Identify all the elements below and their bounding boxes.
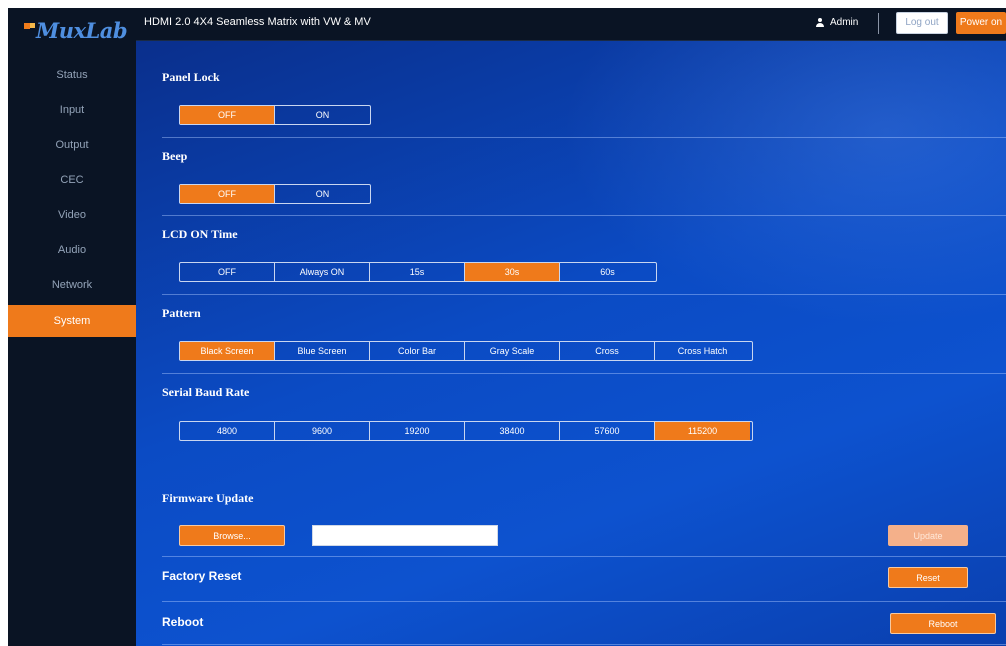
lcd-off-button[interactable]: OFF: [180, 263, 275, 281]
sidebar-item-status[interactable]: Status: [8, 58, 136, 93]
factory-reset-title: Factory Reset: [162, 569, 242, 583]
lcd-always-on-button[interactable]: Always ON: [275, 263, 370, 281]
sidebar-item-system[interactable]: System: [8, 305, 136, 337]
logo-text: MuxLab: [36, 17, 128, 43]
browse-button[interactable]: Browse...: [179, 525, 285, 546]
pattern-blue-screen-button[interactable]: Blue Screen: [275, 342, 370, 360]
pattern-color-bar-button[interactable]: Color Bar: [370, 342, 465, 360]
reboot-title: Reboot: [162, 615, 204, 629]
reset-button[interactable]: Reset: [888, 567, 968, 588]
background-glow: [536, 41, 1006, 341]
divider: [162, 556, 1006, 557]
update-button[interactable]: Update: [888, 525, 968, 546]
sidebar: MuxLab Status Input Output CEC Video Aud…: [8, 8, 136, 646]
logo-mark-icon: [24, 23, 35, 37]
divider: [162, 373, 1006, 374]
sidebar-item-input[interactable]: Input: [8, 93, 136, 128]
divider: [162, 137, 1006, 138]
baud-rate-selector: 4800 9600 19200 38400 57600 115200: [179, 421, 753, 441]
pattern-selector: Black Screen Blue Screen Color Bar Gray …: [179, 341, 753, 361]
panel-lock-toggle: OFF ON: [179, 105, 371, 125]
pattern-cross-hatch-button[interactable]: Cross Hatch: [655, 342, 750, 360]
top-bar: HDMI 2.0 4X4 Seamless Matrix with VW & M…: [136, 8, 1006, 41]
main-content: Panel Lock OFF ON Beep OFF ON LCD ON Tim…: [136, 41, 1006, 646]
baud-57600-button[interactable]: 57600: [560, 422, 655, 440]
panel-lock-off-button[interactable]: OFF: [180, 106, 275, 124]
power-on-button[interactable]: Power on: [956, 12, 1006, 34]
baud-38400-button[interactable]: 38400: [465, 422, 560, 440]
lcd-30s-button[interactable]: 30s: [465, 263, 560, 281]
logo: MuxLab: [8, 8, 136, 52]
sidebar-item-output[interactable]: Output: [8, 128, 136, 163]
pattern-title: Pattern: [162, 306, 201, 320]
baud-9600-button[interactable]: 9600: [275, 422, 370, 440]
firmware-file-input[interactable]: [312, 525, 498, 546]
firmware-update-title: Firmware Update: [162, 491, 254, 505]
divider: [162, 644, 1006, 645]
lcd-60s-button[interactable]: 60s: [560, 263, 655, 281]
pattern-cross-button[interactable]: Cross: [560, 342, 655, 360]
user-name: Admin: [830, 17, 859, 28]
beep-on-button[interactable]: ON: [275, 185, 370, 203]
sidebar-item-video[interactable]: Video: [8, 198, 136, 233]
baud-19200-button[interactable]: 19200: [370, 422, 465, 440]
divider: [162, 601, 1006, 602]
beep-title: Beep: [162, 149, 188, 163]
sidebar-item-audio[interactable]: Audio: [8, 233, 136, 268]
app-window: MuxLab Status Input Output CEC Video Aud…: [8, 8, 1006, 646]
reboot-button[interactable]: Reboot: [890, 613, 996, 634]
panel-lock-title: Panel Lock: [162, 70, 220, 84]
sidebar-item-cec[interactable]: CEC: [8, 163, 136, 198]
user-icon: [816, 18, 824, 27]
serial-baud-rate-title: Serial Baud Rate: [162, 385, 250, 399]
user-info: Admin: [816, 17, 858, 28]
beep-off-button[interactable]: OFF: [180, 185, 275, 203]
divider: [162, 215, 1006, 216]
app-title: HDMI 2.0 4X4 Seamless Matrix with VW & M…: [144, 16, 371, 28]
baud-115200-button[interactable]: 115200: [655, 422, 750, 440]
panel-lock-on-button[interactable]: ON: [275, 106, 370, 124]
sidebar-nav: Status Input Output CEC Video Audio Netw…: [8, 58, 136, 337]
lcd-on-time-title: LCD ON Time: [162, 227, 238, 241]
header-divider: [878, 13, 879, 34]
baud-4800-button[interactable]: 4800: [180, 422, 275, 440]
divider: [162, 294, 1006, 295]
lcd-on-time-selector: OFF Always ON 15s 30s 60s: [179, 262, 657, 282]
logout-button[interactable]: Log out: [896, 12, 948, 34]
pattern-gray-scale-button[interactable]: Gray Scale: [465, 342, 560, 360]
beep-toggle: OFF ON: [179, 184, 371, 204]
lcd-15s-button[interactable]: 15s: [370, 263, 465, 281]
pattern-black-screen-button[interactable]: Black Screen: [180, 342, 275, 360]
sidebar-item-network[interactable]: Network: [8, 268, 136, 303]
